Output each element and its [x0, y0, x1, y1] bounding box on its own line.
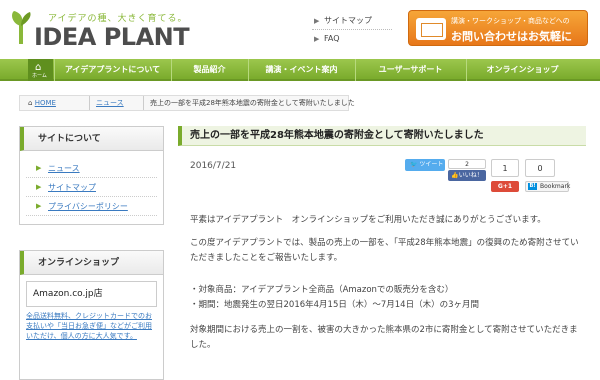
tweet-label: ツイート [419, 161, 444, 168]
leaf-logo-icon [12, 11, 31, 44]
arrow-icon: ▶ [36, 164, 42, 172]
breadcrumb: ⌂ HOME ニュース 売上の一部を平成28年熊本地震の寄附金として寄附いたしま… [19, 95, 355, 111]
post-list-item: ・対象商品：アイデアプラント全商品（Amazonでの販売分を含む） [190, 285, 454, 295]
main-nav: ⌂ ホーム アイデアプラントについて 製品紹介 講演・イベント案内 ユーザーサポ… [0, 59, 600, 81]
nav-item-about[interactable]: アイデアプラントについて [54, 59, 170, 81]
hatena-icon: B! [528, 183, 537, 190]
sidebar-item-sitemap[interactable]: ▶ サイトマップ [26, 178, 157, 197]
nav-item-shop[interactable]: オンラインショップ [466, 59, 578, 81]
arrow-icon: ▶ [314, 35, 320, 43]
amazon-store-link[interactable]: Amazon.co.jp店 [26, 281, 157, 307]
facebook-like-label: いいね！ [458, 172, 483, 179]
sidebar-shop-title: オンラインショップ [20, 251, 163, 275]
post-paragraph: 平素はアイデアプラント オンラインショップをご利用いただき誠にありがとうございま… [190, 215, 546, 225]
nav-item-products[interactable]: 製品紹介 [171, 59, 247, 81]
sidebar-about-title: サイトについて [20, 127, 163, 151]
breadcrumb-home[interactable]: ⌂ HOME [28, 96, 56, 110]
breadcrumb-news[interactable]: ニュース [96, 96, 124, 110]
nav-item-support[interactable]: ユーザーサポート [355, 59, 465, 81]
arrow-icon: ▶ [314, 17, 320, 25]
sitemap-label: サイトマップ [324, 16, 372, 25]
thumbs-up-icon: 👍 [451, 172, 459, 179]
facebook-count: 2 [448, 159, 486, 169]
contact-button[interactable]: 講演・ワークショップ・商品などへの お問い合わせはお気軽に [408, 10, 588, 46]
sidebar-about-list: ▶ ニュース ▶ サイトマップ ▶ プライバシーポリシー [20, 151, 163, 224]
nav-item-events[interactable]: 講演・イベント案内 [248, 59, 354, 81]
faq-link[interactable]: ▶ FAQ [312, 30, 392, 48]
logo-main: IDEA [34, 23, 96, 51]
contact-subtitle: 講演・ワークショップ・商品などへの [451, 17, 570, 25]
sidebar-about: サイトについて ▶ ニュース ▶ サイトマップ ▶ プライバシーポリシー [19, 126, 164, 225]
sidebar-item-news[interactable]: ▶ ニュース [26, 159, 157, 178]
post-paragraph: この度アイデアプラントでは、製品の売上の一部を、「平成28年熊本地震」の復興のた… [190, 238, 579, 263]
logo-sub: PLANT [103, 23, 190, 51]
sidebar-item-label: サイトマップ [48, 183, 96, 192]
arrow-icon: ▶ [36, 202, 42, 210]
facebook-like-button[interactable]: 👍いいね！ [448, 170, 486, 181]
tweet-button[interactable]: 🐦 ツイート [405, 159, 445, 171]
twitter-icon: 🐦 [410, 161, 418, 168]
logo-text: IDEA PLANT [34, 23, 190, 51]
amazon-description[interactable]: 全品送料無料、クレジットカードでのお支払いや「当日お急ぎ便」などがご利用いただけ… [20, 307, 163, 345]
breadcrumb-current: 売上の一部を平成28年熊本地震の寄附金として寄附いたしました [150, 99, 355, 107]
contact-title: お問い合わせはお気軽に [451, 30, 572, 43]
faq-label: FAQ [324, 34, 340, 43]
top-links: ▶ サイトマップ ▶ FAQ [312, 12, 392, 48]
mail-icon [416, 18, 446, 40]
breadcrumb-separator [138, 96, 144, 110]
post-title: 売上の一部を平成28年熊本地震の寄附金として寄附いたしました [178, 126, 586, 146]
nav-home-button[interactable]: ⌂ ホーム [28, 59, 53, 81]
sitemap-link[interactable]: ▶ サイトマップ [312, 12, 392, 30]
arrow-icon: ▶ [36, 183, 42, 191]
google-plus-button[interactable]: G+1 [491, 181, 519, 192]
sidebar-shop: オンラインショップ Amazon.co.jp店 全品送料無料、クレジットカードで… [19, 250, 164, 380]
hatena-label: Bookmark [540, 183, 571, 190]
header: アイデアの種、大きく育てる。 IDEA PLANT ▶ サイトマップ ▶ FAQ 講… [0, 0, 600, 58]
breadcrumb-home-label: HOME [34, 99, 56, 107]
home-icon: ⌂ [28, 99, 33, 107]
sidebar-item-label: ニュース [48, 164, 80, 173]
sidebar-item-privacy[interactable]: ▶ プライバシーポリシー [26, 197, 157, 216]
sidebar-item-label: プライバシーポリシー [48, 202, 128, 211]
post-list-item: ・期間：地震発生の翌日2016年4月15日（木）〜7月14日（木）の3ヶ月間 [190, 300, 479, 310]
hatena-bookmark-button[interactable]: B! Bookmark [525, 181, 571, 192]
post-date: 2016/7/21 [190, 161, 237, 171]
post-paragraph: 対象期間における売上の一割を、被害の大きかった熊本県の2市に寄附金として寄附させ… [190, 325, 578, 350]
breadcrumb-separator [84, 96, 90, 110]
nav-home-label: ホーム [32, 73, 47, 79]
logo[interactable]: アイデアの種、大きく育てる。 IDEA PLANT [10, 8, 190, 52]
google-plus-count: 1 [491, 159, 519, 177]
hatena-count: 0 [525, 159, 555, 177]
